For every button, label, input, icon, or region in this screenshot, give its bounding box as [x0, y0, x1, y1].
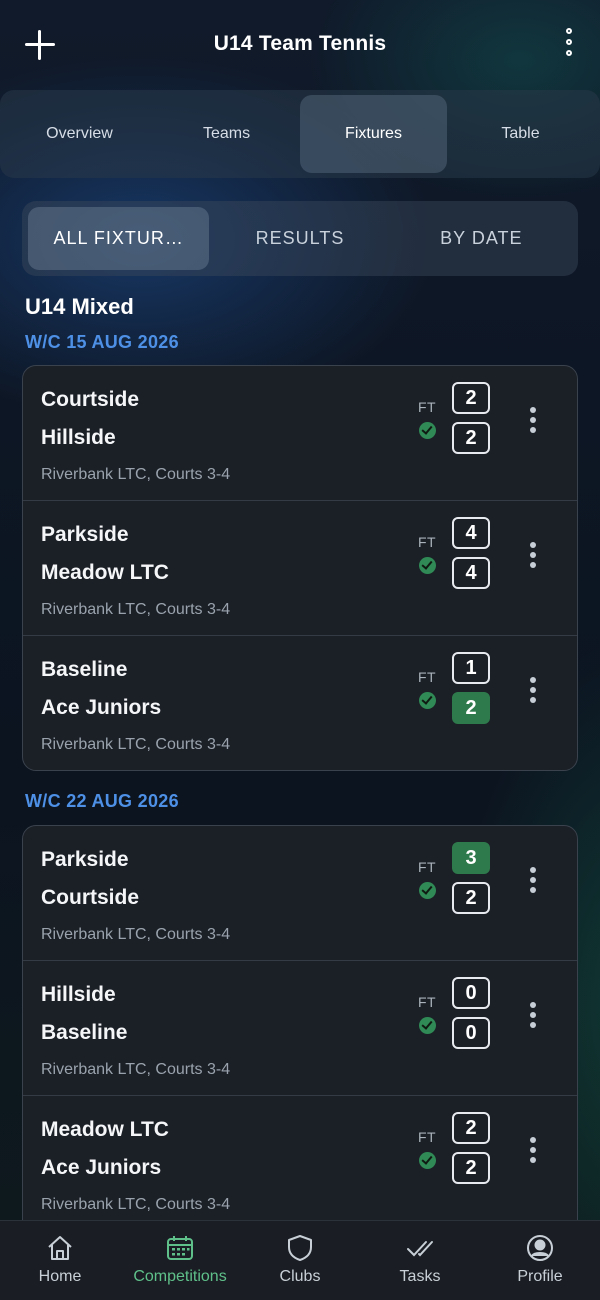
more-vertical-icon[interactable]	[527, 542, 539, 576]
away-team: Meadow LTC	[41, 561, 169, 584]
check-circle-icon	[419, 1017, 436, 1034]
filter-results[interactable]: RESULTS	[209, 207, 390, 270]
away-score: 2	[452, 882, 490, 914]
week-label: W/C 22 AUG 2026	[25, 791, 179, 811]
away-team: Ace Juniors	[41, 1156, 162, 1179]
nav-home[interactable]: Home	[0, 1221, 120, 1300]
app-root: U14 Team Tennis Overview Teams Fixtures …	[0, 0, 600, 1300]
home-team: Baseline	[41, 658, 128, 681]
nav-clubs[interactable]: Clubs	[240, 1221, 360, 1300]
more-vertical-icon[interactable]	[527, 1002, 539, 1036]
check-circle-icon	[419, 422, 436, 439]
match-status: FT	[418, 1129, 437, 1145]
venue: Riverbank LTC, Courts 3-4	[41, 1061, 231, 1078]
away-score: 4	[452, 557, 490, 589]
venue: Riverbank LTC, Courts 3-4	[41, 926, 231, 943]
fixture-filter: ALL FIXTUR… RESULTS BY DATE	[22, 201, 578, 276]
home-team: Parkside	[41, 848, 129, 871]
away-team: Hillside	[41, 426, 116, 449]
nav-label: Home	[38, 1268, 82, 1285]
more-vertical-icon[interactable]	[562, 28, 576, 62]
more-vertical-icon[interactable]	[527, 867, 539, 901]
home-team: Courtside	[41, 388, 140, 411]
check-circle-icon	[419, 557, 436, 574]
match-status: FT	[418, 399, 437, 415]
home-score: 2	[452, 1112, 490, 1144]
nav-label: Clubs	[279, 1268, 321, 1285]
match-status: FT	[418, 534, 437, 550]
check-circle-icon	[419, 882, 436, 899]
away-team: Baseline	[41, 1021, 128, 1044]
nav-profile[interactable]: Profile	[480, 1221, 600, 1300]
match-status: FT	[418, 859, 437, 875]
week-label: W/C 15 AUG 2026	[25, 332, 179, 352]
home-score: 4	[452, 517, 490, 549]
venue: Riverbank LTC, Courts 3-4	[41, 1196, 231, 1213]
fixtures-card: Courtside Hillside Riverbank LTC, Courts…	[22, 365, 578, 771]
profile-icon	[527, 1235, 553, 1261]
double-check-icon	[407, 1241, 433, 1257]
venue: Riverbank LTC, Courts 3-4	[41, 736, 231, 753]
tab-fixtures[interactable]: Fixtures	[300, 95, 447, 173]
venue: Riverbank LTC, Courts 3-4	[41, 466, 231, 483]
app-header: U14 Team Tennis	[0, 0, 600, 90]
more-vertical-icon[interactable]	[527, 1137, 539, 1171]
section-title: U14 Mixed	[25, 294, 134, 319]
tab-table[interactable]: Table	[447, 95, 594, 173]
bottom-nav: Home Competitions Clubs Tasks Profile	[0, 1220, 600, 1300]
home-team: Parkside	[41, 523, 129, 546]
venue: Riverbank LTC, Courts 3-4	[41, 601, 231, 618]
fixtures-card: Parkside Courtside Riverbank LTC, Courts…	[22, 825, 578, 1245]
check-circle-icon	[419, 1152, 436, 1169]
match-status: FT	[418, 669, 437, 685]
away-team: Courtside	[41, 886, 140, 909]
tab-bar: Overview Teams Fixtures Table	[0, 90, 600, 178]
home-score: 1	[452, 652, 490, 684]
check-circle-icon	[419, 692, 436, 709]
away-score: 2	[452, 1152, 490, 1184]
filter-by-date[interactable]: BY DATE	[391, 207, 572, 270]
match-status: FT	[418, 994, 437, 1010]
nav-label: Competitions	[133, 1268, 227, 1285]
away-score: 0	[452, 1017, 490, 1049]
fixture-row[interactable]: Parkside Courtside Riverbank LTC, Courts…	[23, 826, 577, 961]
home-team: Meadow LTC	[41, 1118, 169, 1141]
tab-teams[interactable]: Teams	[153, 95, 300, 173]
nav-competitions[interactable]: Competitions	[120, 1221, 240, 1300]
fixture-row[interactable]: Baseline Ace Juniors Riverbank LTC, Cour…	[23, 636, 577, 770]
fixture-row[interactable]: Meadow LTC Ace Juniors Riverbank LTC, Co…	[23, 1096, 577, 1231]
away-team: Ace Juniors	[41, 696, 162, 719]
away-score: 2	[452, 692, 490, 724]
shield-icon	[288, 1235, 312, 1261]
calendar-icon	[167, 1236, 193, 1260]
more-vertical-icon[interactable]	[527, 677, 539, 711]
fixture-row[interactable]: Hillside Baseline Riverbank LTC, Courts …	[23, 961, 577, 1096]
fixture-row[interactable]: Courtside Hillside Riverbank LTC, Courts…	[23, 366, 577, 501]
away-score: 2	[452, 422, 490, 454]
home-team: Hillside	[41, 983, 116, 1006]
fixture-row[interactable]: Parkside Meadow LTC Riverbank LTC, Court…	[23, 501, 577, 636]
home-score: 3	[452, 842, 490, 874]
tab-overview[interactable]: Overview	[6, 95, 153, 173]
home-score: 0	[452, 977, 490, 1009]
nav-label: Profile	[517, 1268, 563, 1285]
more-vertical-icon[interactable]	[527, 407, 539, 441]
nav-tasks[interactable]: Tasks	[360, 1221, 480, 1300]
page-title: U14 Team Tennis	[213, 32, 387, 55]
nav-label: Tasks	[399, 1268, 441, 1285]
home-score: 2	[452, 382, 490, 414]
filter-all-fixtures[interactable]: ALL FIXTUR…	[28, 207, 210, 270]
home-icon	[48, 1236, 72, 1260]
